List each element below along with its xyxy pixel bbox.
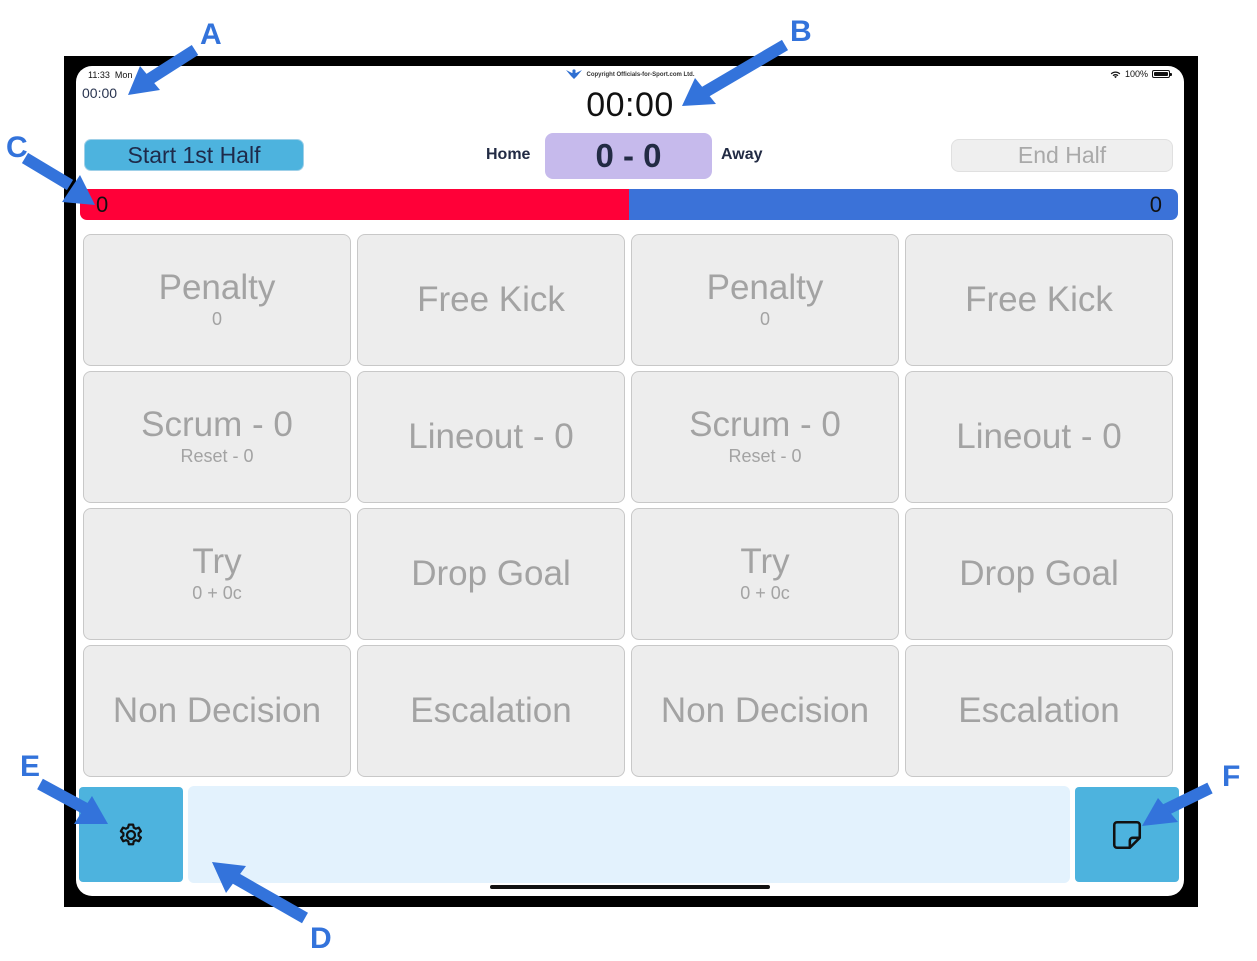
annotation-label-d: D bbox=[310, 922, 332, 955]
away-drop-goal-button[interactable]: Drop Goal bbox=[905, 508, 1173, 640]
notes-text-field[interactable] bbox=[188, 786, 1070, 883]
away-free-kick-button[interactable]: Free Kick bbox=[905, 234, 1173, 366]
away-non-decision-button[interactable]: Non Decision bbox=[631, 645, 899, 777]
button-label: Lineout - 0 bbox=[956, 416, 1122, 456]
officials-logo-icon bbox=[565, 69, 582, 79]
away-scrum-button[interactable]: Scrum - 0 Reset - 0 bbox=[631, 371, 899, 503]
annotation-label-a: A bbox=[200, 18, 222, 51]
start-half-button[interactable]: Start 1st Half bbox=[84, 139, 304, 171]
sticky-note-icon bbox=[1112, 820, 1142, 849]
button-count: Reset - 0 bbox=[728, 446, 802, 467]
possession-home[interactable]: 0 bbox=[80, 189, 629, 220]
annotation-label-b: B bbox=[790, 15, 812, 48]
away-try-button[interactable]: Try 0 + 0c bbox=[631, 508, 899, 640]
copyright-text: Copyright Officials-for-Sport.com Ltd. bbox=[586, 71, 695, 78]
event-button-grid: Penalty 0 Free Kick Penalty 0 Free Kick Sc… bbox=[83, 234, 1177, 778]
button-label: Escalation bbox=[410, 690, 572, 730]
home-scrum-button[interactable]: Scrum - 0 Reset - 0 bbox=[83, 371, 351, 503]
home-indicator[interactable] bbox=[490, 885, 770, 889]
button-label: Try bbox=[192, 541, 242, 581]
add-note-button[interactable] bbox=[1075, 787, 1179, 882]
away-penalty-button[interactable]: Penalty 0 bbox=[631, 234, 899, 366]
gear-icon bbox=[119, 823, 142, 845]
possession-away-value: 0 bbox=[1149, 191, 1162, 217]
annotation-label-f: F bbox=[1222, 760, 1241, 793]
settings-button[interactable] bbox=[79, 787, 183, 882]
button-count: 0 bbox=[759, 309, 770, 330]
button-count: Reset - 0 bbox=[180, 446, 254, 467]
home-label: Home bbox=[486, 146, 531, 163]
match-clock: 00:00 bbox=[586, 86, 674, 124]
score-display: 0 - 0 bbox=[545, 133, 712, 179]
button-label: Drop Goal bbox=[411, 553, 571, 593]
annotation-label-e: E bbox=[20, 750, 41, 783]
button-label: Try bbox=[740, 541, 790, 581]
annotated-screenshot: 11:33 Mon 100% 00:00 Copyright Officials… bbox=[0, 0, 1257, 961]
button-count: 0 + 0c bbox=[192, 583, 242, 604]
away-escalation-button[interactable]: Escalation bbox=[905, 645, 1173, 777]
button-label: Free Kick bbox=[417, 279, 565, 319]
home-penalty-button[interactable]: Penalty 0 bbox=[83, 234, 351, 366]
home-lineout-button[interactable]: Lineout - 0 bbox=[357, 371, 625, 503]
button-label: Non Decision bbox=[112, 690, 322, 730]
button-label: Escalation bbox=[958, 690, 1120, 730]
annotation-label-c: C bbox=[6, 131, 28, 164]
home-try-button[interactable]: Try 0 + 0c bbox=[83, 508, 351, 640]
button-count: 0 bbox=[211, 309, 222, 330]
button-label: Drop Goal bbox=[959, 553, 1119, 593]
home-non-decision-button[interactable]: Non Decision bbox=[83, 645, 351, 777]
button-label: Scrum - 0 bbox=[141, 404, 293, 444]
end-half-button[interactable]: End Half bbox=[951, 139, 1173, 172]
button-count: 0 + 0c bbox=[740, 583, 790, 604]
button-label: Penalty bbox=[158, 267, 276, 307]
possession-away[interactable]: 0 bbox=[629, 189, 1178, 220]
possession-home-value: 0 bbox=[96, 191, 109, 217]
possession-bar[interactable]: 0 0 bbox=[80, 189, 1178, 220]
away-lineout-button[interactable]: Lineout - 0 bbox=[905, 371, 1173, 503]
button-label: Lineout - 0 bbox=[408, 416, 574, 456]
button-label: Scrum - 0 bbox=[689, 404, 841, 444]
copyright-banner: Copyright Officials-for-Sport.com Ltd. bbox=[76, 69, 1184, 80]
home-escalation-button[interactable]: Escalation bbox=[357, 645, 625, 777]
button-label: Penalty bbox=[706, 267, 824, 307]
away-label: Away bbox=[721, 146, 763, 163]
app-screen: 11:33 Mon 100% 00:00 Copyright Officials… bbox=[76, 66, 1184, 896]
home-free-kick-button[interactable]: Free Kick bbox=[357, 234, 625, 366]
home-drop-goal-button[interactable]: Drop Goal bbox=[357, 508, 625, 640]
button-label: Non Decision bbox=[660, 690, 870, 730]
button-label: Free Kick bbox=[965, 279, 1113, 319]
